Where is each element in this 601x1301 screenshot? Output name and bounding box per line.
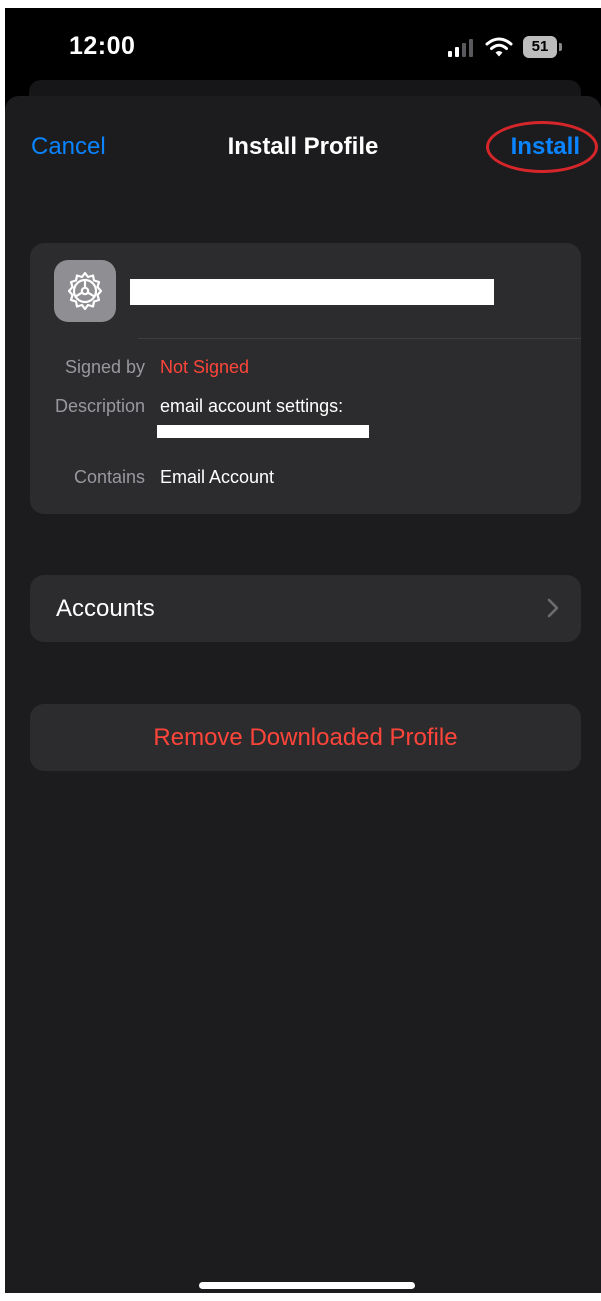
status-time: 12:00 [69, 32, 136, 60]
description-value: email account settings: [160, 396, 344, 416]
battery-nub [559, 43, 562, 51]
description-label: Description [54, 396, 145, 416]
navigation-bar: Cancel Install Profile Install [5, 96, 601, 186]
contains-label: Contains [73, 467, 145, 487]
profile-card: Signed by Not Signed Description email a… [30, 243, 581, 514]
signed-by-value: Not Signed [160, 357, 250, 377]
remove-downloaded-profile-button[interactable]: Remove Downloaded Profile [30, 704, 581, 771]
settings-gear-icon [54, 260, 116, 322]
profile-divider [138, 338, 581, 339]
redacted-email-address [157, 425, 369, 438]
status-bar: 12:00 51 [5, 8, 601, 88]
wifi-icon [485, 37, 513, 57]
redacted-profile-name [130, 279, 494, 305]
remove-downloaded-profile-label: Remove Downloaded Profile [153, 724, 458, 751]
accounts-label: Accounts [56, 595, 155, 622]
signed-by-label: Signed by [64, 357, 145, 377]
install-profile-sheet: Cancel Install Profile Install Signed by… [5, 96, 601, 1293]
chevron-right-icon [547, 598, 559, 618]
signal-bars-icon [448, 39, 473, 57]
contains-value: Email Account [160, 467, 275, 487]
battery-icon: 51 [523, 36, 563, 58]
home-indicator[interactable] [199, 1282, 415, 1289]
battery-level: 51 [523, 36, 557, 58]
phone-screen: 12:00 51 Cancel Install Profile Install [5, 8, 601, 1293]
accounts-row[interactable]: Accounts [30, 575, 581, 642]
install-button[interactable]: Install [511, 133, 580, 161]
